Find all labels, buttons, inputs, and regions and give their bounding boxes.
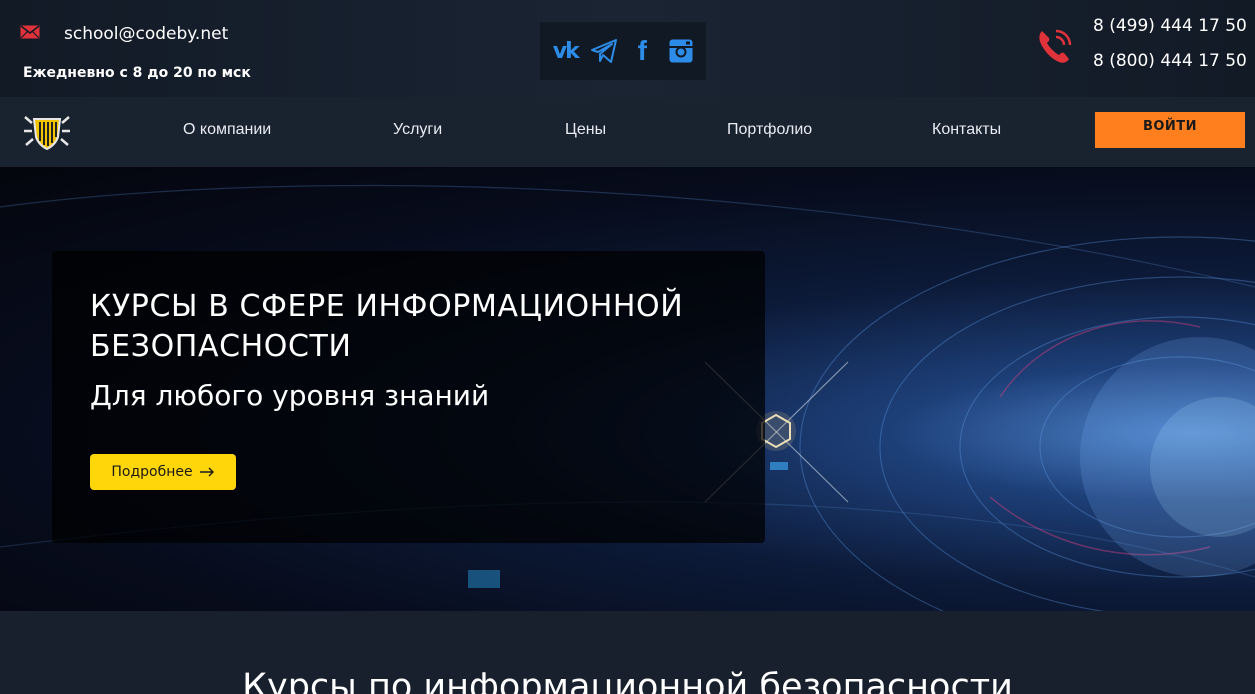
login-button[interactable]: ВОЙТИ xyxy=(1095,112,1245,148)
nav-item-portfolio[interactable]: Портфолио xyxy=(727,121,812,139)
telegram-icon[interactable] xyxy=(588,35,620,67)
hero-subtitle: Для любого уровня знаний xyxy=(90,379,490,412)
email-link[interactable]: school@codeby.net xyxy=(64,24,228,44)
main-navigation: О компании Услуги Цены Портфолио Контакт… xyxy=(0,97,1255,167)
top-bar: school@codeby.net Ежедневно с 8 до 20 по… xyxy=(0,0,1255,97)
logo-icon[interactable] xyxy=(22,113,72,151)
arrow-right-icon xyxy=(199,467,214,477)
working-hours: Ежедневно с 8 до 20 по мск xyxy=(23,65,251,81)
facebook-icon[interactable]: f xyxy=(626,35,658,67)
social-links: vk f xyxy=(540,22,706,80)
courses-section: Курсы по информационной безопасности xyxy=(0,611,1255,694)
section-title: Курсы по информационной безопасности xyxy=(242,667,1013,694)
phone-number-1[interactable]: 8 (499) 444 17 50 xyxy=(1093,16,1247,36)
instagram-icon[interactable] xyxy=(665,35,697,67)
envelope-icon xyxy=(20,25,40,39)
phone-number-2[interactable]: 8 (800) 444 17 50 xyxy=(1093,51,1247,71)
hero-title: КУРСЫ В СФЕРЕ ИНФОРМАЦИОННОЙ БЕЗОПАСНОСТ… xyxy=(90,289,684,364)
nav-item-contacts[interactable]: Контакты xyxy=(932,121,1001,139)
more-button-label: Подробнее xyxy=(111,464,193,480)
vk-icon[interactable]: vk xyxy=(549,35,581,67)
email-block[interactable]: school@codeby.net xyxy=(20,24,228,44)
hero-banner: КУРСЫ В СФЕРЕ ИНФОРМАЦИОННОЙ БЕЗОПАСНОСТ… xyxy=(0,167,1255,611)
nav-item-about[interactable]: О компании xyxy=(183,121,271,139)
nav-item-services[interactable]: Услуги xyxy=(393,121,442,139)
nav-item-prices[interactable]: Цены xyxy=(565,121,606,139)
more-button[interactable]: Подробнее xyxy=(90,454,236,490)
phone-icon xyxy=(1039,29,1072,63)
